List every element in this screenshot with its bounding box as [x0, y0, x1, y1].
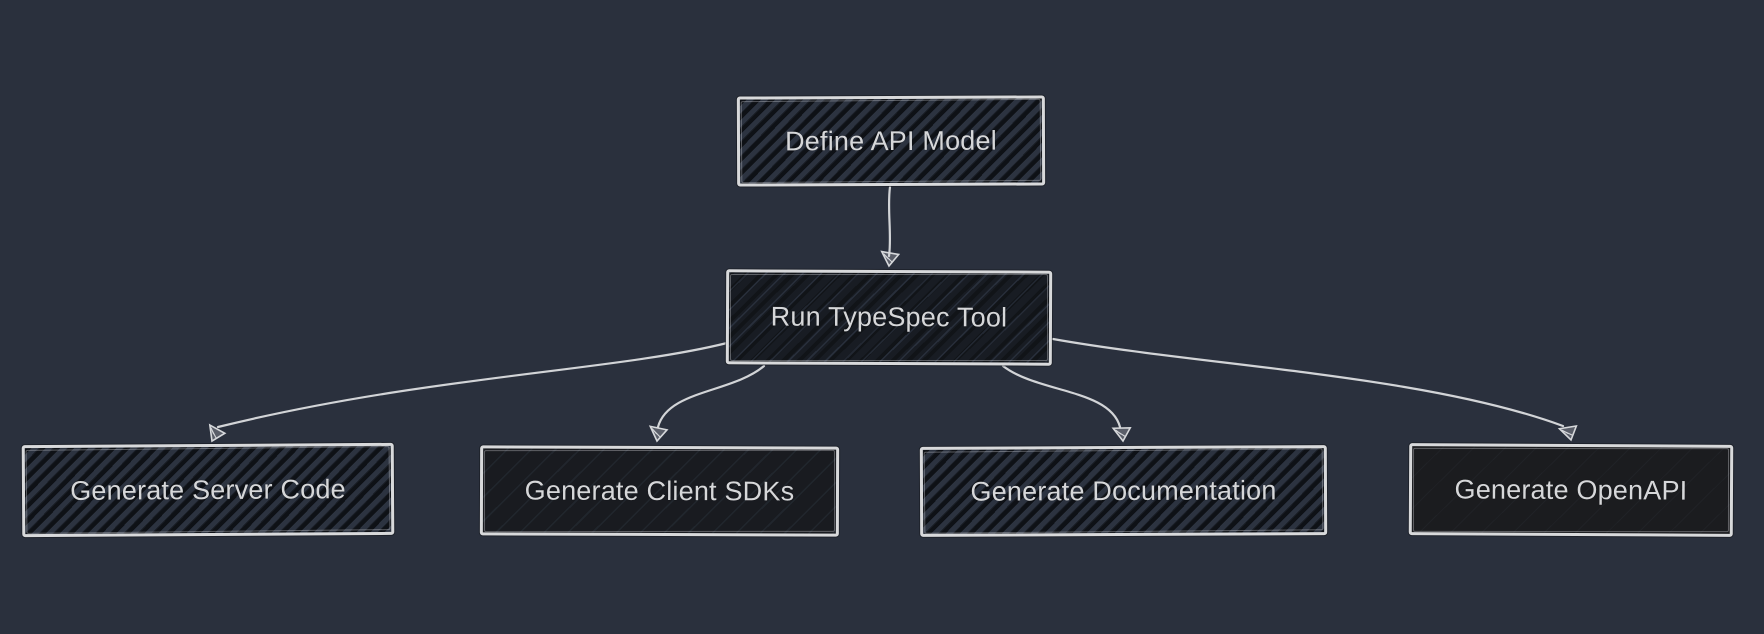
node-generate-documentation: Generate Documentation [920, 445, 1327, 537]
node-define-api-model: Define API Model [737, 95, 1045, 186]
edge-run-typespec-tool-to-generate-documentation [1003, 366, 1120, 427]
node-generate-client-sdks: Generate Client SDKs [480, 445, 839, 536]
arrowhead [649, 426, 667, 441]
node-generate-server-code: Generate Server Code [22, 443, 395, 537]
edge-define-api-model-to-run-typespec-tool [889, 187, 890, 256]
node-label: Define API Model [785, 125, 997, 157]
node-label: Generate Client SDKs [525, 475, 795, 507]
node-label: Run TypeSpec Tool [771, 301, 1008, 333]
edge-run-typespec-tool-to-generate-openapi [1053, 339, 1563, 426]
edge-run-typespec-tool-to-generate-client-sdks [658, 366, 764, 427]
node-generate-openapi: Generate OpenAPI [1409, 443, 1733, 537]
arrowhead [881, 252, 899, 267]
arrowhead [1113, 426, 1132, 442]
node-label: Generate Documentation [970, 475, 1276, 507]
node-run-typespec-tool: Run TypeSpec Tool [726, 269, 1052, 365]
arrowhead [205, 425, 226, 444]
edge-run-typespec-tool-to-generate-server-code [218, 343, 727, 427]
diagram-canvas: Define API Model Run TypeSpec Tool Gener… [0, 0, 1764, 634]
node-label: Generate Server Code [70, 474, 346, 507]
node-label: Generate OpenAPI [1454, 474, 1687, 506]
